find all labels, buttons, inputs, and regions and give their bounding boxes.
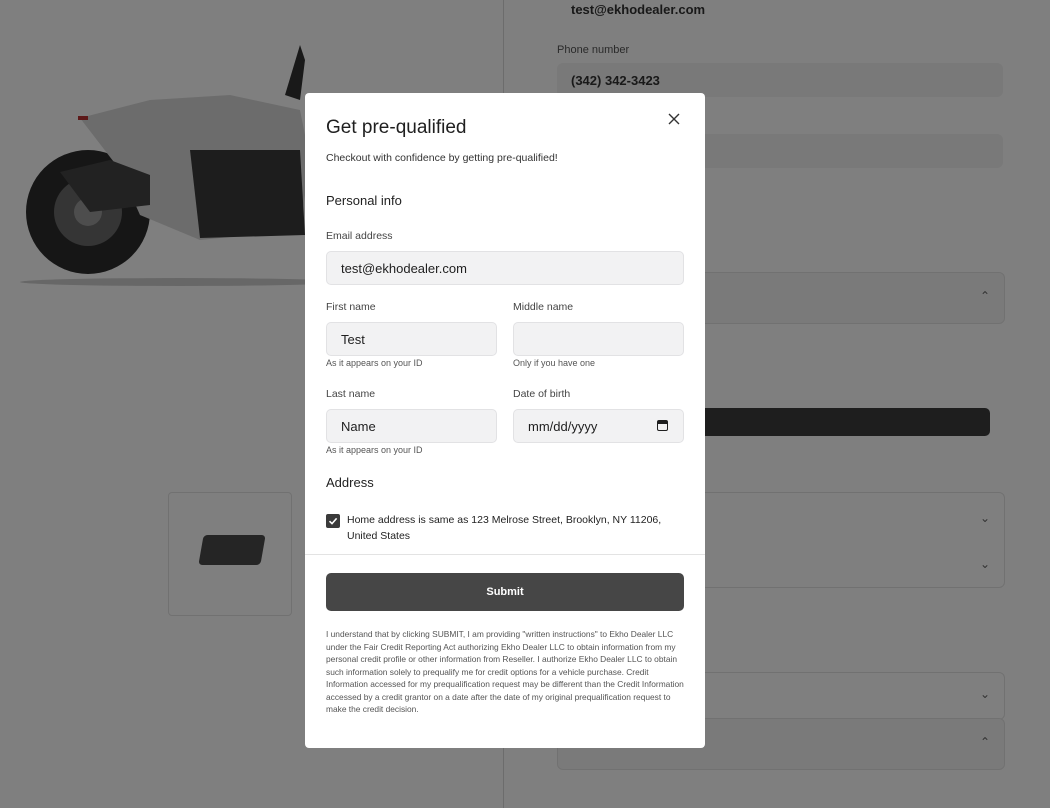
email-field[interactable]: [326, 251, 684, 285]
first-name-help: As it appears on your ID: [326, 358, 423, 368]
date-of-birth-label: Date of birth: [513, 388, 571, 400]
last-name-label: Last name: [326, 388, 376, 400]
close-icon: [668, 113, 680, 125]
modal-title: Get pre-qualified: [326, 117, 467, 138]
middle-name-field[interactable]: [513, 322, 684, 356]
date-of-birth-placeholder: mm/dd/yyyy: [528, 418, 598, 434]
personal-info-heading: Personal info: [326, 193, 402, 208]
prequalify-modal: Get pre-qualified Checkout with confiden…: [305, 93, 705, 748]
address-heading: Address: [326, 475, 374, 490]
fcra-disclaimer: I understand that by clicking SUBMIT, I …: [326, 629, 684, 714]
email-label: Email address: [326, 230, 393, 242]
first-name-label: First name: [326, 301, 376, 313]
submit-button[interactable]: Submit: [326, 573, 684, 611]
middle-name-help: Only if you have one: [513, 358, 596, 368]
same-address-label[interactable]: Home address is same as 123 Melrose Stre…: [347, 512, 687, 544]
modal-subtitle: Checkout with confidence by getting pre-…: [326, 152, 558, 164]
last-name-help: As it appears on your ID: [326, 445, 423, 455]
calendar-icon[interactable]: [657, 420, 668, 431]
modal-divider: [305, 554, 705, 555]
close-button[interactable]: [665, 110, 683, 128]
checkmark-icon: [328, 517, 338, 525]
same-address-checkbox[interactable]: [326, 514, 340, 528]
last-name-field[interactable]: [326, 409, 497, 443]
middle-name-label: Middle name: [513, 301, 574, 313]
first-name-field[interactable]: [326, 322, 497, 356]
